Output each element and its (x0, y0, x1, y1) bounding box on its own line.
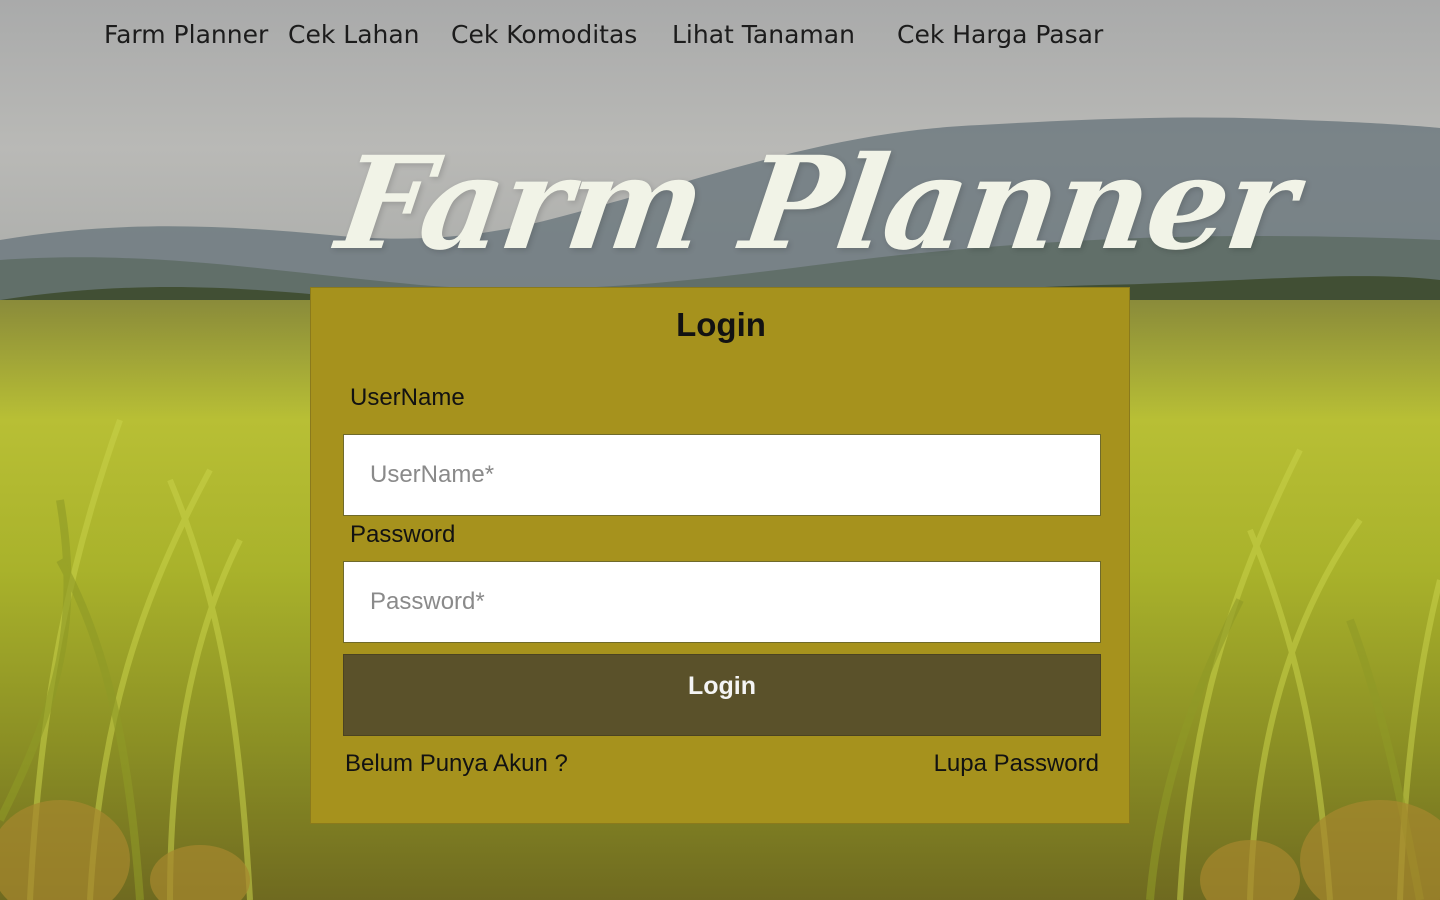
login-title: Login (676, 306, 766, 343)
login-button[interactable]: Login (343, 654, 1101, 736)
top-navigation: Farm Planner Cek Lahan Cek Komoditas Lih… (0, 20, 1440, 56)
username-label: UserName (350, 384, 465, 411)
password-input[interactable] (343, 561, 1101, 643)
username-input[interactable] (343, 434, 1101, 516)
nav-item-farm-planner[interactable]: Farm Planner (104, 20, 268, 49)
nav-item-cek-harga-pasar[interactable]: Cek Harga Pasar (897, 20, 1103, 49)
register-link[interactable]: Belum Punya Akun ? (345, 750, 568, 778)
forgot-password-link[interactable]: Lupa Password (934, 750, 1099, 778)
nav-item-cek-lahan[interactable]: Cek Lahan (288, 20, 420, 49)
nav-item-cek-komoditas[interactable]: Cek Komoditas (451, 20, 637, 49)
hero-title: Farm Planner (329, 129, 1304, 279)
login-card: Login UserName Password Login Belum Puny… (310, 287, 1130, 824)
nav-item-lihat-tanaman[interactable]: Lihat Tanaman (672, 20, 855, 49)
password-label: Password (350, 521, 456, 548)
